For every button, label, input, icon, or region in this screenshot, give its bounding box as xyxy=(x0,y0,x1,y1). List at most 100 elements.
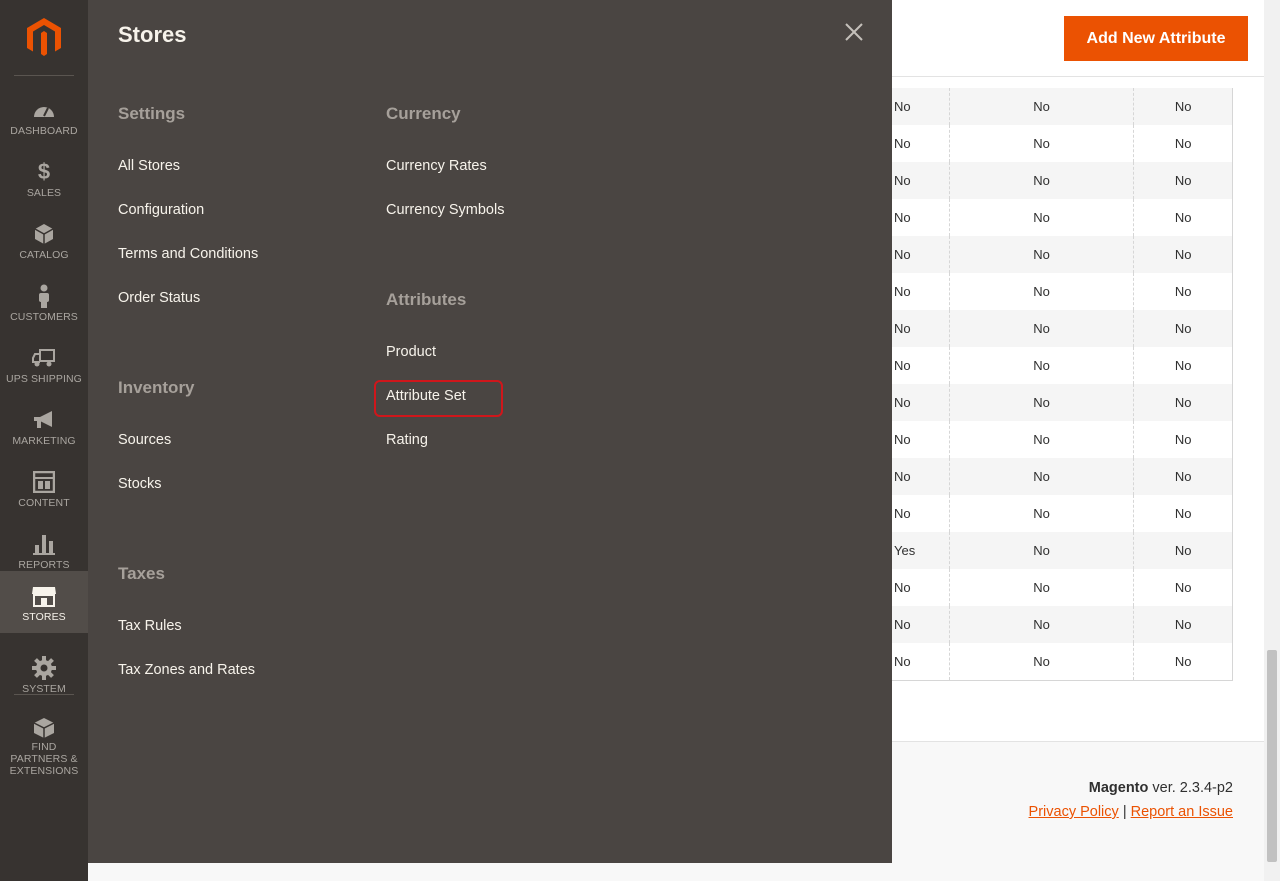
magento-logo-icon xyxy=(27,17,61,56)
table-cell: No xyxy=(1174,321,1192,336)
nav-divider xyxy=(14,694,74,695)
nav-item-content[interactable]: CONTENT xyxy=(0,457,88,519)
version-info: Magento ver. 2.3.4-p2 xyxy=(1089,780,1233,796)
nav-item-ups-shipping[interactable]: UPS SHIPPING xyxy=(0,333,88,395)
flyout-title: Stores xyxy=(118,22,187,47)
table-cell: No xyxy=(950,162,1135,199)
blocks-icon xyxy=(32,717,56,739)
table-cell: No xyxy=(950,606,1135,643)
link-currency-symbols[interactable]: Currency Symbols xyxy=(386,202,504,218)
nav-item-marketing[interactable]: MARKETING xyxy=(0,395,88,457)
nav-item-label: UPS SHIPPING xyxy=(6,373,82,385)
link-tax-zones-and-rates[interactable]: Tax Zones and Rates xyxy=(118,662,255,678)
link-rating[interactable]: Rating xyxy=(386,432,428,448)
table-cell: No xyxy=(950,569,1135,606)
table-cell: No xyxy=(1174,358,1192,373)
table-cell: No xyxy=(1174,506,1192,521)
megaphone-icon xyxy=(32,407,56,433)
table-cell: No xyxy=(892,643,950,680)
vertical-scrollbar[interactable] xyxy=(1264,0,1280,881)
nav-item-stores[interactable]: STORES xyxy=(0,571,88,633)
privacy-policy-link[interactable]: Privacy Policy xyxy=(1029,804,1119,820)
link-terms-and-conditions[interactable]: Terms and Conditions xyxy=(118,246,258,262)
table-row[interactable]: No No No xyxy=(892,495,1232,532)
link-order-status[interactable]: Order Status xyxy=(118,290,200,306)
link-tax-rules[interactable]: Tax Rules xyxy=(118,618,182,634)
nav-item-label: CATALOG xyxy=(19,249,69,261)
table-cell: No xyxy=(892,88,950,125)
nav-item-find-partners[interactable]: FIND PARTNERS & EXTENSIONS xyxy=(0,705,88,777)
table-cell: No xyxy=(950,347,1135,384)
table-cell: No xyxy=(950,384,1135,421)
section-heading-inventory: Inventory xyxy=(118,378,195,397)
dashboard-icon xyxy=(32,97,56,123)
link-stocks[interactable]: Stocks xyxy=(118,476,162,492)
table-row[interactable]: No No No xyxy=(892,643,1232,680)
table-cell: No xyxy=(950,310,1135,347)
table-row[interactable]: No No No xyxy=(892,88,1232,125)
table-row[interactable]: No No No xyxy=(892,236,1232,273)
link-currency-rates[interactable]: Currency Rates xyxy=(386,158,487,174)
table-row[interactable]: No No No xyxy=(892,125,1232,162)
section-heading-settings: Settings xyxy=(118,104,186,123)
nav-item-catalog[interactable]: CATALOG xyxy=(0,209,88,271)
page-actions-bar: Add New Attribute xyxy=(892,0,1264,77)
nav-item-dashboard[interactable]: DASHBOARD xyxy=(0,85,88,147)
nav-item-label: REPORTS xyxy=(18,559,70,571)
nav-item-sales[interactable]: $ SALES xyxy=(0,147,88,209)
nav-item-customers[interactable]: CUSTOMERS xyxy=(0,271,88,333)
report-issue-link[interactable]: Report an Issue xyxy=(1131,804,1233,820)
link-configuration[interactable]: Configuration xyxy=(118,202,204,218)
magento-logo[interactable] xyxy=(0,0,88,75)
bar-chart-icon xyxy=(33,531,55,557)
footer-links: Privacy Policy | Report an Issue xyxy=(1029,804,1233,820)
link-all-stores[interactable]: All Stores xyxy=(118,158,180,174)
nav-item-label: DASHBOARD xyxy=(10,125,78,137)
truck-icon xyxy=(32,345,56,371)
table-cell: No xyxy=(1174,210,1192,225)
add-new-attribute-button[interactable]: Add New Attribute xyxy=(1064,16,1248,61)
link-product[interactable]: Product xyxy=(386,344,436,360)
footer-separator: | xyxy=(1122,804,1127,820)
table-row[interactable]: No No No xyxy=(892,569,1232,606)
table-row[interactable]: Yes No No xyxy=(892,532,1232,569)
brand-name: Magento xyxy=(1088,780,1149,796)
nav-item-label: SALES xyxy=(26,187,62,199)
table-cell: No xyxy=(892,125,950,162)
table-cell: No xyxy=(892,606,950,643)
table-row[interactable]: No No No xyxy=(892,421,1232,458)
table-cell: No xyxy=(950,495,1135,532)
attributes-grid: No No No No No No No No No No No No No No No No No No No No… xyxy=(892,88,1233,681)
table-cell: No xyxy=(892,273,950,310)
table-cell: No xyxy=(950,421,1135,458)
table-row[interactable]: No No No xyxy=(892,384,1232,421)
table-cell: No xyxy=(892,310,950,347)
admin-sidebar: DASHBOARD $ SALES CATALOG CUSTOMERS UPS … xyxy=(0,0,88,881)
main-content: Add New Attribute No No No No No No No No No No No… xyxy=(892,0,1264,881)
table-cell: Yes xyxy=(892,532,950,569)
table-row[interactable]: No No No xyxy=(892,606,1232,643)
table-cell: No xyxy=(950,643,1135,680)
table-row[interactable]: No No No xyxy=(892,310,1232,347)
table-cell: No xyxy=(1174,654,1192,669)
close-icon[interactable] xyxy=(842,20,866,44)
nav-item-system[interactable]: SYSTEM xyxy=(0,643,88,705)
scrollbar-thumb[interactable] xyxy=(1267,650,1277,862)
table-cell: No xyxy=(892,458,950,495)
table-row[interactable]: No No No xyxy=(892,199,1232,236)
nav-item-label: CUSTOMERS xyxy=(10,311,78,323)
table-cell: No xyxy=(950,88,1135,125)
table-row[interactable]: No No No xyxy=(892,458,1232,495)
link-sources[interactable]: Sources xyxy=(118,432,171,448)
table-cell: No xyxy=(892,347,950,384)
nav-item-label: CONTENT xyxy=(18,497,70,509)
table-cell: No xyxy=(1174,173,1192,188)
table-cell: No xyxy=(950,125,1135,162)
table-row[interactable]: No No No xyxy=(892,273,1232,310)
table-cell: No xyxy=(1174,617,1192,632)
table-cell: No xyxy=(1174,469,1192,484)
table-row[interactable]: No No No xyxy=(892,347,1232,384)
link-attribute-set[interactable]: Attribute Set xyxy=(374,380,503,417)
nav-item-label: STORES xyxy=(22,611,66,623)
table-row[interactable]: No No No xyxy=(892,162,1232,199)
